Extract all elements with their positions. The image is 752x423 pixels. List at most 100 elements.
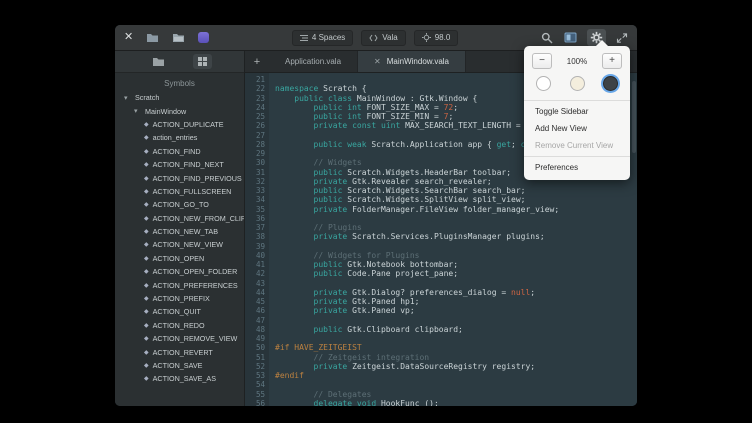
- symbol-label: ACTION_SAVE: [153, 361, 203, 370]
- line-number: 28: [245, 140, 265, 149]
- indent-selector[interactable]: 4 Spaces: [292, 30, 353, 46]
- symbol-label: ACTION_NEW_TAB: [153, 227, 218, 236]
- symbol-label: ACTION_FULLSCREEN: [153, 187, 232, 196]
- symbol-item[interactable]: ◆ ACTION_NEW_VIEW: [115, 238, 244, 251]
- symbol-label: ACTION_NEW_VIEW: [153, 240, 223, 249]
- symbol-item[interactable]: ◆ACTION_REMOVE_VIEW: [115, 332, 244, 345]
- line-number: 48: [245, 325, 265, 334]
- menu-item-preferences[interactable]: Preferences: [524, 159, 630, 176]
- style-scheme-medium[interactable]: [570, 76, 585, 91]
- symbol-item[interactable]: ▾ Scratch: [115, 91, 244, 104]
- tab-label: MainWindow.vala: [387, 57, 449, 66]
- goto-line-selector[interactable]: 98.0: [414, 30, 459, 46]
- header-center-group: 4 Spaces Vala 98.0: [210, 30, 540, 46]
- symbol-item[interactable]: ◆ACTION_DUPLICATE: [115, 118, 244, 131]
- symbol-item[interactable]: ◆action_entries: [115, 131, 244, 144]
- code-line: public Gtk.Clipboard clipboard;: [275, 325, 631, 334]
- line-number: 39: [245, 242, 265, 251]
- scrollbar-thumb[interactable]: [632, 81, 636, 153]
- symbol-item[interactable]: ◆ACTION_FIND: [115, 145, 244, 158]
- zoom-controls: − 100% +: [532, 53, 622, 69]
- symbol-item[interactable]: ◆ACTION_SAVE_AS: [115, 372, 244, 385]
- symbols-panel-button[interactable]: [193, 54, 212, 69]
- code-line: public Code.Pane project_pane;: [275, 269, 631, 278]
- symbol-item[interactable]: ◆ACTION_GO_TO: [115, 198, 244, 211]
- position-label: 98.0: [435, 33, 451, 42]
- symbol-item[interactable]: ◆ACTION_NEW_TAB: [115, 225, 244, 238]
- editor-scrollbar[interactable]: [631, 73, 637, 406]
- symbol-item[interactable]: ◆ACTION_SAVE: [115, 359, 244, 372]
- code-line: [275, 380, 631, 389]
- zoom-in-button[interactable]: +: [602, 53, 622, 69]
- menu-item-toggle-sidebar[interactable]: Toggle Sidebar: [524, 103, 630, 120]
- symbol-label: ACTION_OPEN_FOLDER: [153, 267, 238, 276]
- tab-mainwindow-vala[interactable]: ✕ MainWindow.vala: [358, 51, 466, 72]
- tab-application-vala[interactable]: Application.vala: [269, 51, 358, 72]
- symbol-label: ACTION_QUIT: [153, 307, 201, 316]
- tab-close-icon[interactable]: ✕: [374, 57, 381, 66]
- symbol-item[interactable]: ▾MainWindow: [115, 104, 244, 117]
- symbol-icon: ◆: [144, 295, 149, 302]
- symbol-item[interactable]: ◆ACTION_FIND_PREVIOUS: [115, 171, 244, 184]
- symbol-icon: ◆: [144, 282, 149, 289]
- language-selector[interactable]: Vala: [361, 30, 405, 46]
- indent-icon: [300, 34, 308, 42]
- expander-icon[interactable]: ▾: [134, 107, 141, 115]
- line-number: 41: [245, 260, 265, 269]
- app-icon: [197, 31, 210, 44]
- header-right-group: [540, 29, 629, 46]
- symbol-item[interactable]: ◆ACTION_REVERT: [115, 345, 244, 358]
- open-folder-button[interactable]: [145, 31, 160, 44]
- symbols-tree: ▾Scratch▾MainWindow◆ACTION_DUPLICATE◆act…: [115, 91, 244, 406]
- files-panel-button[interactable]: [148, 54, 169, 69]
- expander-icon[interactable]: ▾: [124, 94, 131, 102]
- symbol-icon: ◆: [144, 255, 149, 262]
- symbol-label: Scratch: [135, 93, 159, 102]
- symbol-label: ACTION_SAVE_AS: [153, 374, 216, 383]
- code-line: #if HAVE_ZEITGEIST: [275, 343, 631, 352]
- line-number: 29: [245, 149, 265, 158]
- symbol-item[interactable]: ◆ACTION_NEW_FROM_CLIPBOARD: [115, 212, 244, 225]
- search-button[interactable]: [540, 31, 554, 45]
- style-scheme-light[interactable]: [536, 76, 551, 91]
- symbol-item[interactable]: ◆ ACTION_OPEN_FOLDER: [115, 265, 244, 278]
- files-panel-icon: [152, 56, 165, 67]
- fullscreen-button[interactable]: [615, 31, 629, 45]
- sidebar-panel-title: Symbols: [115, 73, 244, 91]
- new-tab-button[interactable]: +: [245, 51, 269, 72]
- line-number: 33: [245, 186, 265, 195]
- code-line: [275, 316, 631, 325]
- menu-item-add-new-view[interactable]: Add New View: [524, 120, 630, 137]
- zoom-out-button[interactable]: −: [532, 53, 552, 69]
- symbol-label: ACTION_FIND_NEXT: [153, 160, 224, 169]
- language-label: Vala: [382, 33, 397, 42]
- line-number: 22: [245, 84, 265, 93]
- menu-separator: [524, 100, 630, 101]
- symbol-item[interactable]: ◆ ACTION_PREFIX: [115, 292, 244, 305]
- line-number: 45: [245, 297, 265, 306]
- folder-open-icon: [172, 32, 185, 43]
- symbol-item[interactable]: ◆ACTION_REDO: [115, 319, 244, 332]
- symbol-icon: ◆: [144, 308, 149, 315]
- window-close-button[interactable]: ✕: [123, 31, 134, 44]
- symbol-item[interactable]: ◆ACTION_FIND_NEXT: [115, 158, 244, 171]
- templates-button[interactable]: [171, 31, 186, 44]
- line-number: 44: [245, 288, 265, 297]
- line-number: 38: [245, 232, 265, 241]
- symbol-item[interactable]: ◆ACTION_PREFERENCES: [115, 278, 244, 291]
- symbol-label: ACTION_PREFIX: [153, 294, 210, 303]
- code-line: [275, 279, 631, 288]
- symbol-item[interactable]: ◆ACTION_OPEN: [115, 252, 244, 265]
- fullscreen-icon: [616, 32, 628, 44]
- symbol-icon: ◆: [144, 134, 149, 141]
- view-mode-button[interactable]: [563, 31, 578, 44]
- code-line: [275, 242, 631, 251]
- symbol-icon: ◆: [144, 241, 149, 248]
- line-number: 40: [245, 251, 265, 260]
- symbol-icon: ◆: [144, 268, 149, 275]
- symbol-item[interactable]: ◆ACTION_FULLSCREEN: [115, 185, 244, 198]
- symbol-label: ACTION_FIND: [153, 147, 201, 156]
- style-scheme-dark[interactable]: [603, 76, 618, 91]
- symbol-item[interactable]: ◆ ACTION_QUIT: [115, 305, 244, 318]
- symbol-label: ACTION_DUPLICATE: [153, 120, 224, 129]
